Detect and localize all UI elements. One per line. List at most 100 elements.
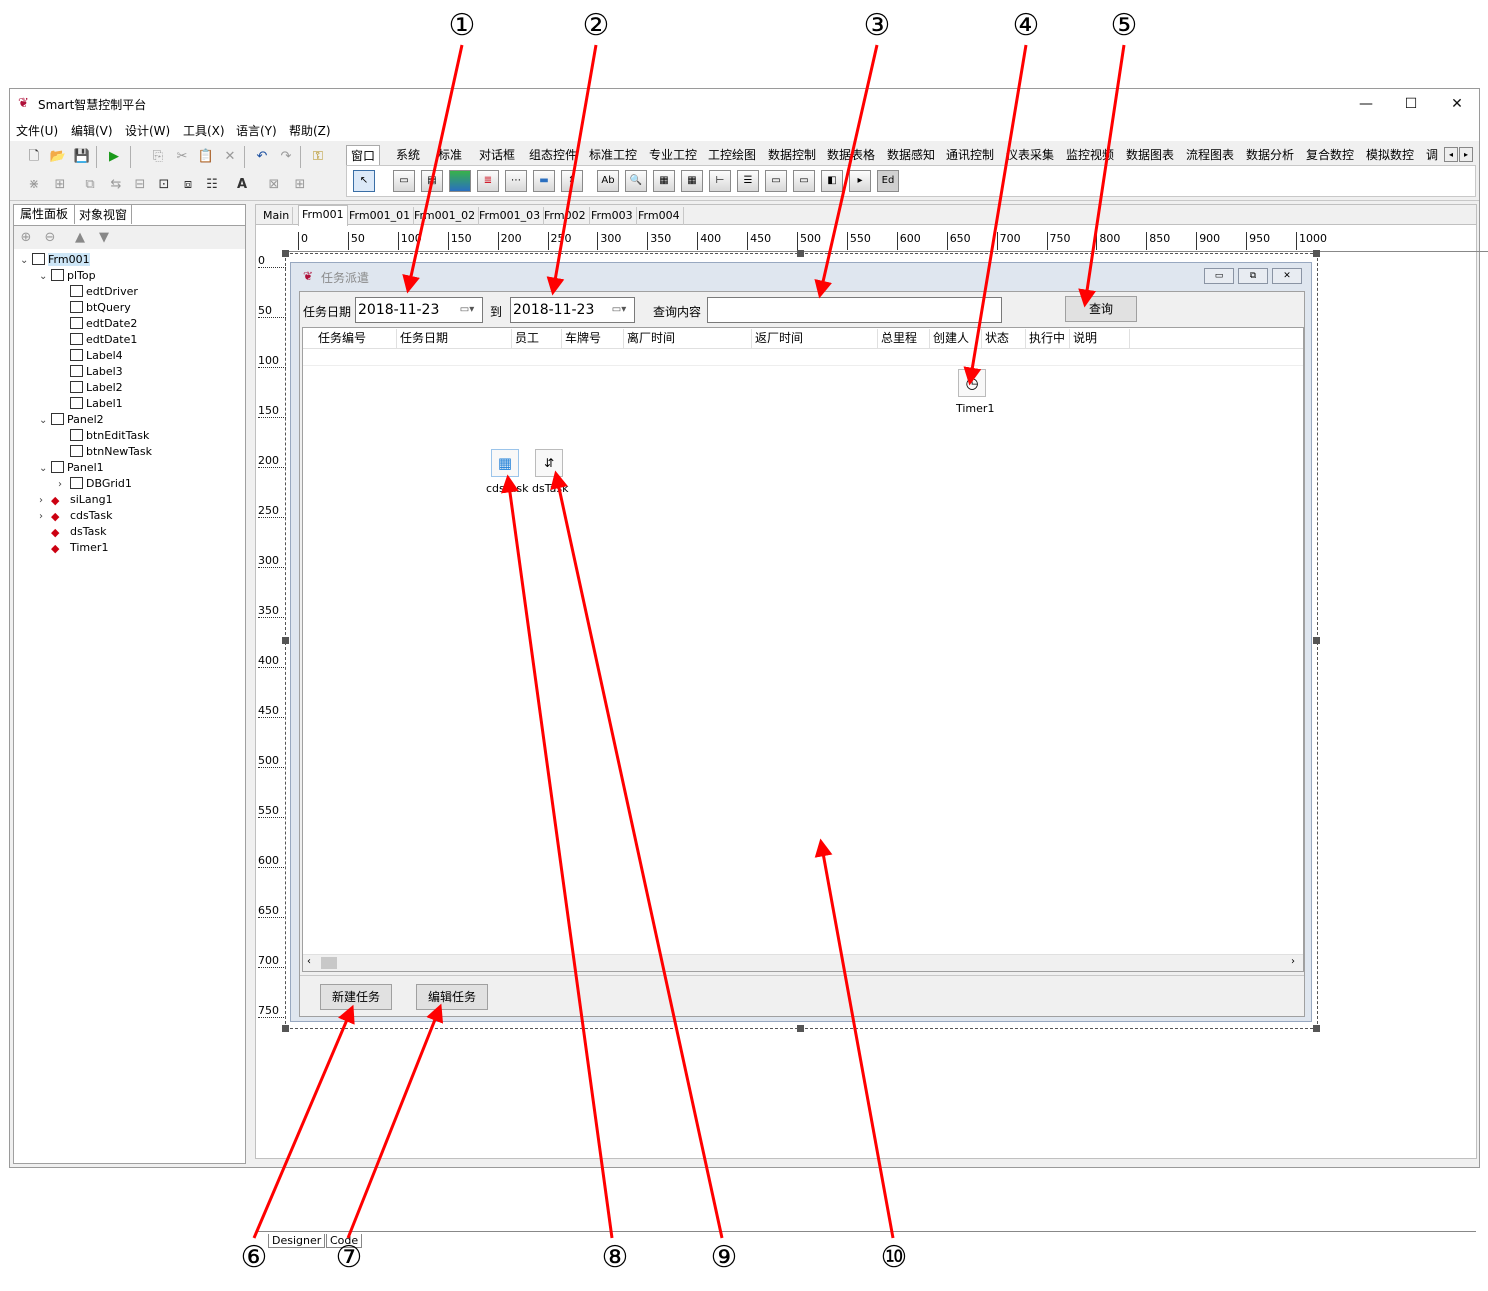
grid-column-header[interactable]: 状态 <box>982 329 1026 348</box>
doc-tab-main[interactable]: Main <box>260 207 294 225</box>
collapse-icon[interactable]: ⌄ <box>39 413 51 429</box>
resize-handle[interactable] <box>1313 1025 1320 1032</box>
date-from-picker[interactable]: 2018-11-23 ▭▾ <box>355 297 483 323</box>
redo-icon[interactable]: ↷ <box>276 147 296 167</box>
key-icon[interactable]: ⚿ <box>308 147 328 167</box>
expand-icon[interactable]: › <box>39 493 51 509</box>
component-icon[interactable]: ◧ <box>821 170 843 192</box>
palette-tab-flow-chart[interactable]: 流程图表 <box>1186 145 1234 165</box>
component-icon[interactable]: ▦ <box>681 170 703 192</box>
task-grid[interactable]: 任务编号 任务日期 员工 车牌号 离厂时间 返厂时间 总里程 创建人 状态 执行中 说明 ‹ › <box>302 327 1304 972</box>
component-icon[interactable]: ⋯ <box>505 170 527 192</box>
resize-handle[interactable] <box>1313 250 1320 257</box>
component-icon[interactable]: ≣ <box>477 170 499 192</box>
component-icon[interactable] <box>449 170 471 192</box>
undo-icon[interactable]: ↶ <box>252 147 272 167</box>
doc-tab-frm001-03[interactable]: Frm001_03 <box>476 207 545 225</box>
palette-tab-comm-control[interactable]: 通讯控制 <box>946 145 994 165</box>
palette-tab-standard[interactable]: 标准 <box>438 145 462 165</box>
remove-object-icon[interactable]: ⊖ <box>40 228 60 248</box>
palette-tab-data-aware[interactable]: 数据感知 <box>887 145 935 165</box>
resize-handle[interactable] <box>282 1025 289 1032</box>
order-icon[interactable]: ☷ <box>202 175 222 195</box>
collapse-icon[interactable]: ⌄ <box>20 253 32 269</box>
palette-tab-data-chart[interactable]: 数据图表 <box>1126 145 1174 165</box>
component-icon[interactable]: ▦ <box>653 170 675 192</box>
menu-edit[interactable]: 编辑(V) <box>71 122 113 139</box>
doc-tab-frm002[interactable]: Frm002 <box>541 207 590 225</box>
palette-tab-more[interactable]: 调 <box>1426 145 1438 165</box>
component-icon[interactable]: ▸ <box>849 170 871 192</box>
palette-tab-window[interactable]: 窗口 <box>346 145 381 165</box>
tab-object-view[interactable]: 对象视窗 <box>74 204 133 224</box>
resize-handle[interactable] <box>797 250 804 257</box>
new-file-icon[interactable]: 🗋 <box>24 147 44 167</box>
component-icon[interactable]: ☰ <box>737 170 759 192</box>
datasource-icon[interactable]: ⇵ <box>535 449 563 477</box>
tree-node[interactable]: Label1 <box>20 396 242 412</box>
scroll-left-icon[interactable]: ◂ <box>1444 147 1458 162</box>
scroll-left-icon[interactable]: ‹ <box>307 956 311 967</box>
open-folder-icon[interactable]: 📂 <box>48 147 68 167</box>
scroll-right-icon[interactable]: › <box>1291 956 1295 967</box>
edit-task-button[interactable]: 编辑任务 <box>416 984 488 1010</box>
add-object-icon[interactable]: ⊕ <box>16 228 36 248</box>
timer-icon[interactable]: ◷ <box>958 369 986 397</box>
menu-tools[interactable]: 工具(X) <box>183 122 225 139</box>
align-icon[interactable]: ⧉ <box>80 175 100 195</box>
grid-column-header[interactable]: 总里程 <box>878 329 930 348</box>
title-bar[interactable]: ❦ Smart智慧控制平台 — ☐ ✕ <box>10 89 1479 119</box>
palette-tab-std-industrial[interactable]: 标准工控 <box>589 145 637 165</box>
delete-icon[interactable]: ✕ <box>220 147 240 167</box>
tree-node[interactable]: Label4 <box>20 348 242 364</box>
move-up-icon[interactable]: ▲ <box>70 228 90 248</box>
palette-tab-data-analysis[interactable]: 数据分析 <box>1246 145 1294 165</box>
form-restore-icon[interactable]: ⧉ <box>1238 268 1268 284</box>
move-down-icon[interactable]: ▼ <box>94 228 114 248</box>
grid-empty-row[interactable] <box>303 349 1303 366</box>
tree-node[interactable]: › ◆ siLang1 <box>20 492 242 508</box>
align-icon[interactable]: ⋇ <box>24 175 44 195</box>
form-minimize-icon[interactable]: ▭ <box>1204 268 1234 284</box>
tree-node[interactable]: ⌄ Panel2 <box>20 412 242 428</box>
cut-icon[interactable]: ✂ <box>172 147 192 167</box>
menu-file[interactable]: 文件(U) <box>16 122 58 139</box>
new-task-button[interactable]: 新建任务 <box>320 984 392 1010</box>
size-icon[interactable]: ⊠ <box>264 175 284 195</box>
component-icon[interactable]: ▭ <box>393 170 415 192</box>
component-icon[interactable]: Ed <box>877 170 899 192</box>
paste-icon[interactable]: 📋 <box>196 147 216 167</box>
tree-node[interactable]: ⌄ plTop <box>20 268 242 284</box>
grid-column-header[interactable]: 员工 <box>512 329 562 348</box>
palette-tab-industrial-drawing[interactable]: 工控绘图 <box>708 145 756 165</box>
tree-node[interactable]: btQuery <box>20 300 242 316</box>
tree-node[interactable]: ◆ dsTask <box>20 524 242 540</box>
layer-icon[interactable]: ⧈ <box>178 175 198 195</box>
align-icon[interactable]: ⊞ <box>50 175 70 195</box>
horizontal-scrollbar[interactable]: ‹ › <box>303 954 1303 971</box>
component-icon[interactable]: ▤ <box>421 170 443 192</box>
doc-tab-frm001-01[interactable]: Frm001_01 <box>346 207 415 225</box>
doc-tab-frm001-02[interactable]: Frm001_02 <box>411 207 480 225</box>
resize-handle[interactable] <box>282 250 289 257</box>
grid-column-header[interactable]: 离厂时间 <box>624 329 752 348</box>
tree-node[interactable]: btnEditTask <box>20 428 242 444</box>
tree-node[interactable]: edtDate1 <box>20 332 242 348</box>
doc-tab-frm003[interactable]: Frm003 <box>588 207 637 225</box>
component-icon[interactable]: ▬ <box>533 170 555 192</box>
tree-node[interactable]: Label3 <box>20 364 242 380</box>
menu-design[interactable]: 设计(W) <box>125 122 170 139</box>
component-icon[interactable]: ▭ <box>765 170 787 192</box>
palette-tab-composite-nc[interactable]: 复合数控 <box>1306 145 1354 165</box>
tree-node[interactable]: Label2 <box>20 380 242 396</box>
palette-tab-config-controls[interactable]: 组态控件 <box>529 145 577 165</box>
form-close-icon[interactable]: ✕ <box>1272 268 1302 284</box>
save-icon[interactable]: 💾 <box>72 147 92 167</box>
palette-tab-video[interactable]: 监控视频 <box>1066 145 1114 165</box>
component-icon[interactable]: ▭ <box>793 170 815 192</box>
tree-node[interactable]: edtDriver <box>20 284 242 300</box>
grid-column-header[interactable]: 任务编号 <box>315 329 397 348</box>
collapse-icon[interactable]: ⌄ <box>39 269 51 285</box>
tree-node[interactable]: ⌄ Panel1 <box>20 460 242 476</box>
grid-column-header[interactable]: 车牌号 <box>562 329 624 348</box>
